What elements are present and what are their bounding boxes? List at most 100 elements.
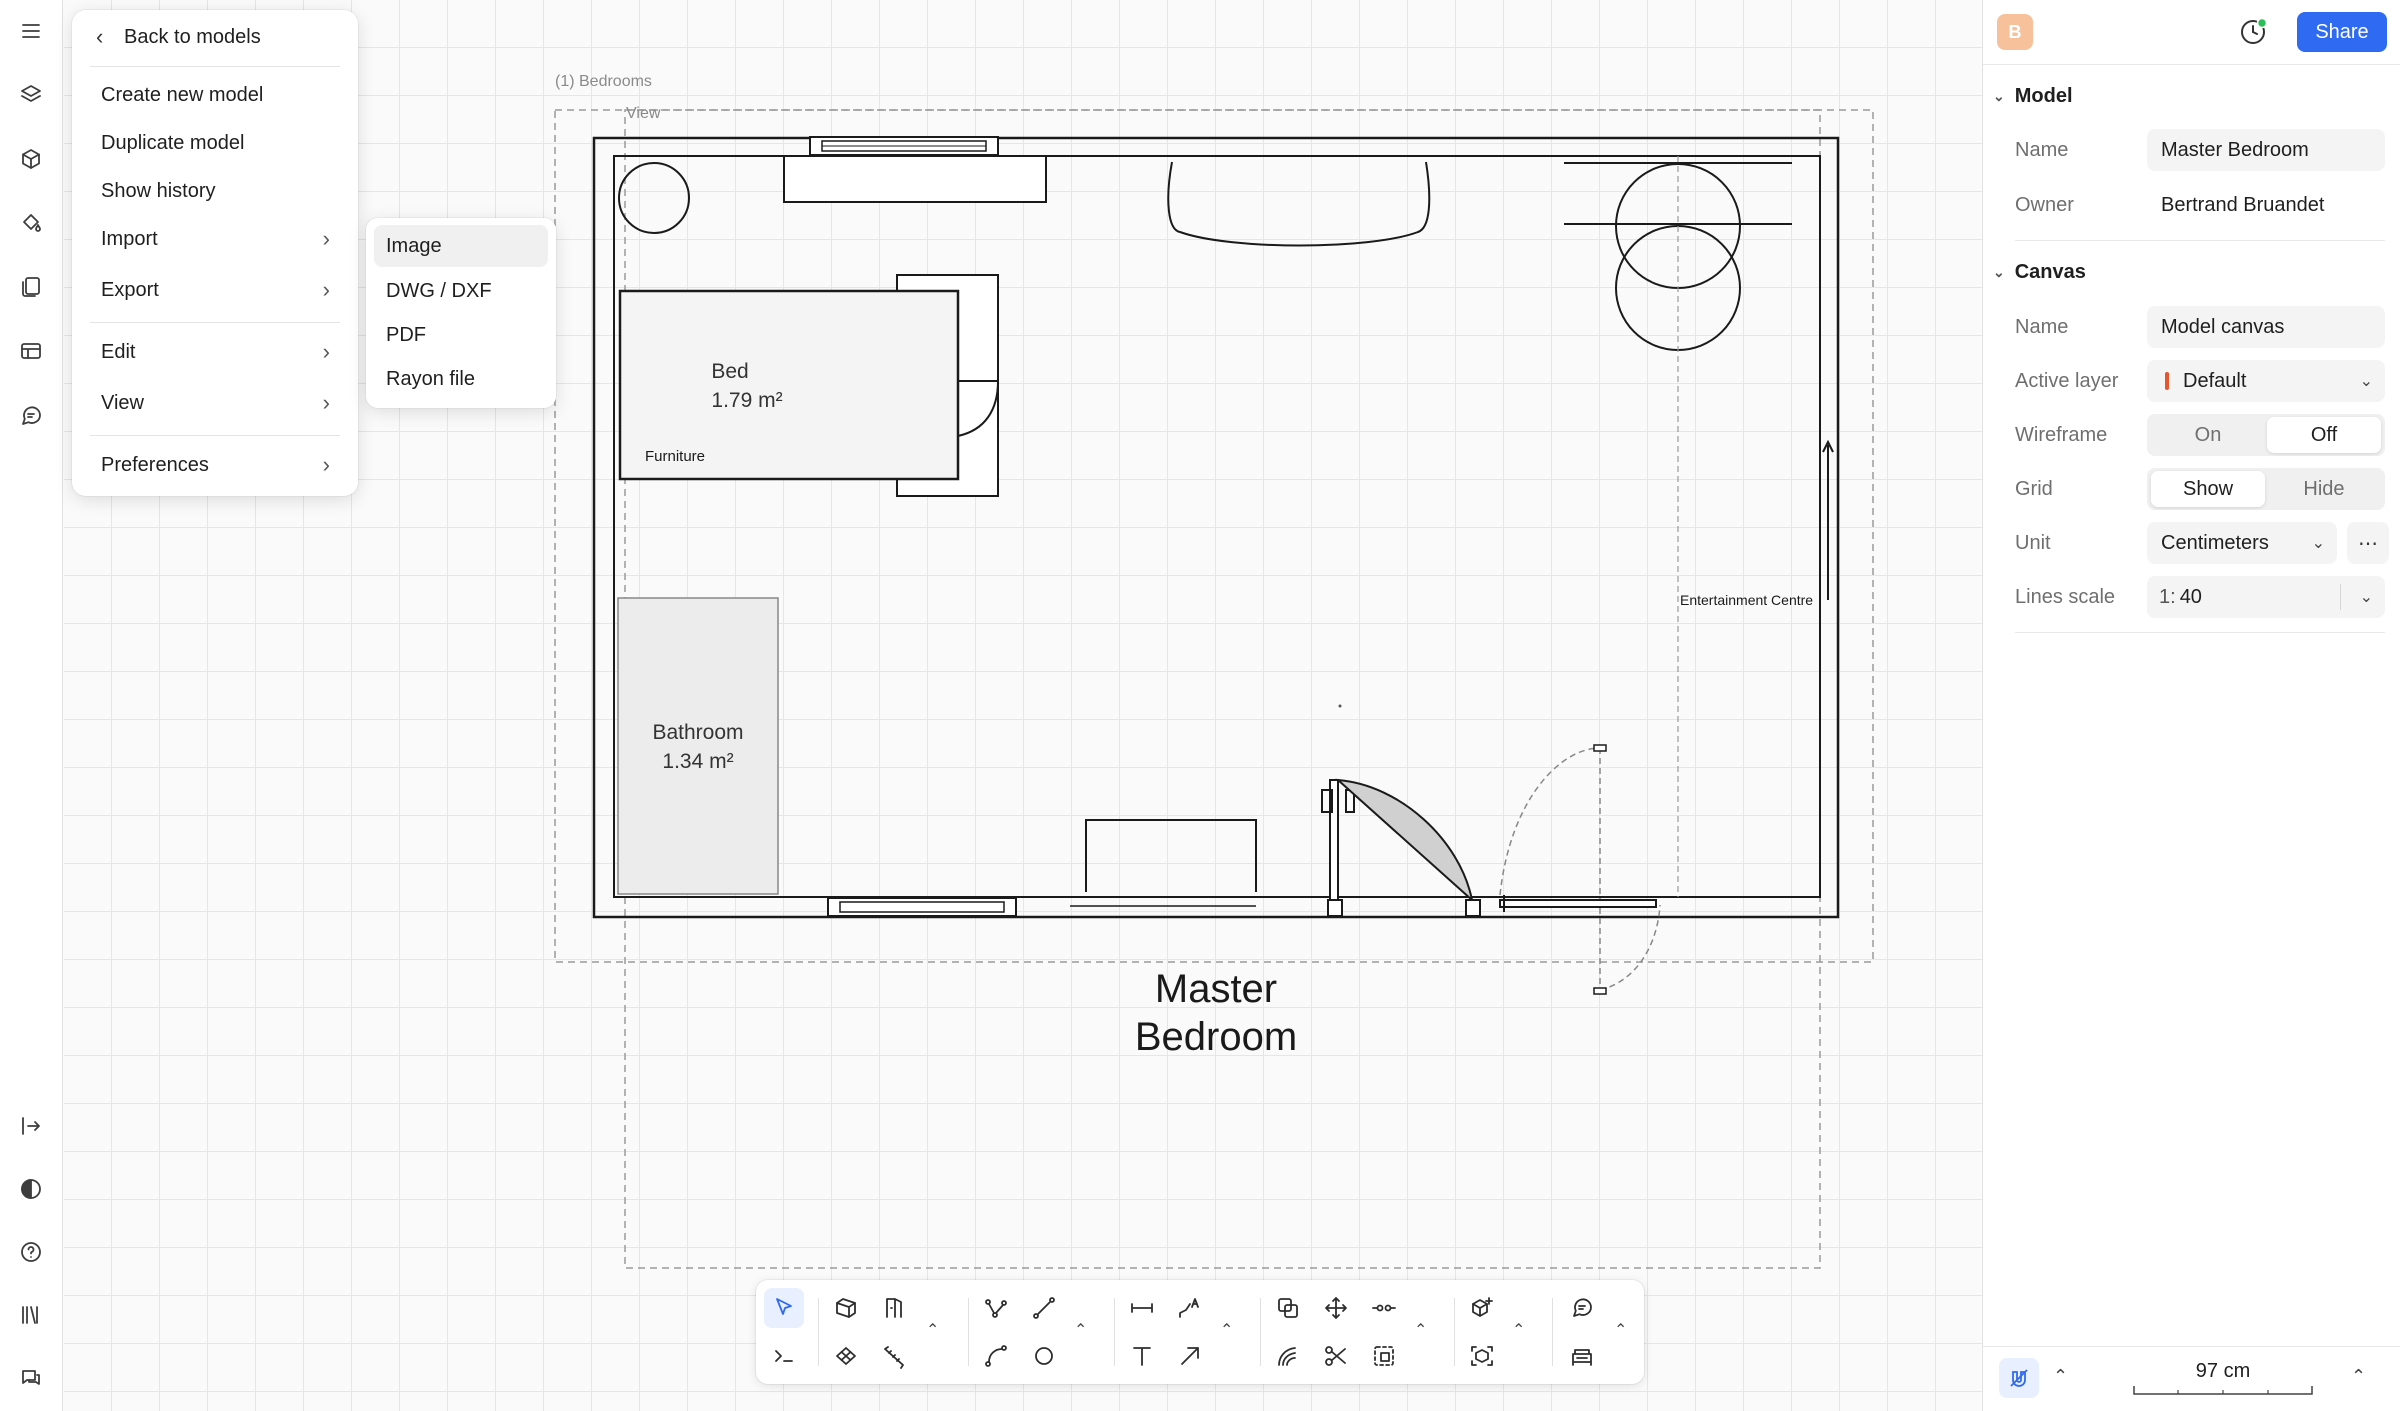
arc-tool-icon[interactable] xyxy=(976,1336,1016,1376)
line-tool-icon[interactable] xyxy=(1024,1288,1064,1328)
chevron-down-icon: ⌄ xyxy=(2359,589,2373,606)
view-label: View xyxy=(626,105,661,122)
menu-item-import[interactable]: Import › xyxy=(82,219,348,259)
arrow-tool-icon[interactable] xyxy=(1170,1336,1210,1376)
measure-tool-icon[interactable] xyxy=(874,1336,914,1376)
chevron-right-icon: › xyxy=(322,452,330,477)
menu-item-edit[interactable]: Edit › xyxy=(82,332,348,372)
menu-icon[interactable] xyxy=(15,15,47,47)
more-options-icon[interactable]: ⋯ xyxy=(2347,522,2389,564)
submenu-item-rayon-file[interactable]: Rayon file xyxy=(374,358,548,400)
floor-tool-icon[interactable] xyxy=(826,1336,866,1376)
chevron-up-icon[interactable]: ⌃ xyxy=(926,1320,939,1340)
menu-item-export[interactable]: Export › xyxy=(82,270,348,310)
text-tool-icon[interactable] xyxy=(1122,1336,1162,1376)
split-tool-icon[interactable] xyxy=(1364,1288,1404,1328)
chevron-down-icon: ⌄ xyxy=(2359,373,2373,390)
grid-toggle: Show Hide xyxy=(2147,468,2385,510)
unit-select[interactable]: Centimeters ⌄ xyxy=(2147,522,2337,564)
chevron-right-icon: › xyxy=(322,226,330,251)
submenu-item-image[interactable]: Image xyxy=(374,225,548,267)
scissors-icon[interactable] xyxy=(1316,1336,1356,1376)
chevron-up-icon[interactable]: ⌃ xyxy=(1220,1320,1233,1340)
wireframe-label: Wireframe xyxy=(2015,424,2108,446)
back-to-models-button[interactable]: ‹ Back to models xyxy=(82,17,348,57)
inner-wall xyxy=(613,155,1821,898)
model-section-header[interactable]: ⌄ Model xyxy=(1993,81,2073,111)
canvas-section-header[interactable]: ⌄ Canvas xyxy=(1993,257,2086,287)
model-name-field[interactable]: Master Bedroom xyxy=(2147,129,2385,171)
menu-item-preferences[interactable]: Preferences › xyxy=(82,445,348,485)
add-object-icon[interactable] xyxy=(1462,1288,1502,1328)
cube-icon[interactable] xyxy=(15,143,47,175)
focus-object-icon[interactable] xyxy=(1462,1336,1502,1376)
canvas-name-label: Name xyxy=(2015,316,2069,338)
chevron-up-icon[interactable]: ⌃ xyxy=(1512,1320,1525,1340)
tv-stand xyxy=(1085,819,1257,892)
share-button[interactable]: Share xyxy=(2297,12,2387,52)
lines-scale-field[interactable]: 1: 40 ⌄ xyxy=(2147,576,2385,618)
paint-bucket-icon[interactable] xyxy=(15,207,47,239)
collapse-panel-icon[interactable] xyxy=(15,1110,47,1142)
history-icon[interactable] xyxy=(2235,14,2271,50)
model-name-label: Name xyxy=(2015,139,2069,161)
chevron-up-icon[interactable]: ⌃ xyxy=(2053,1366,2068,1387)
chevron-up-icon[interactable]: ⌃ xyxy=(1614,1320,1627,1340)
bed-area: 1.79 m² xyxy=(711,389,782,412)
bathroom[interactable] xyxy=(617,597,779,895)
bottom-window xyxy=(827,897,1017,917)
comments-icon[interactable] xyxy=(15,399,47,431)
dimension-tool-icon[interactable] xyxy=(1122,1288,1162,1328)
left-rail xyxy=(0,0,63,1411)
polyline-tool-icon[interactable] xyxy=(976,1288,1016,1328)
theme-contrast-icon[interactable] xyxy=(15,1173,47,1205)
door-tool-icon[interactable] xyxy=(874,1288,914,1328)
menu-item-view[interactable]: View › xyxy=(82,383,348,423)
wireframe-on-option[interactable]: On xyxy=(2151,417,2265,453)
offset-tool-icon[interactable] xyxy=(1268,1336,1308,1376)
circle-tool-icon[interactable] xyxy=(1024,1336,1064,1376)
label-tool-icon[interactable] xyxy=(1170,1288,1210,1328)
chevron-up-icon[interactable]: ⌃ xyxy=(1074,1320,1087,1340)
grid-hide-option[interactable]: Hide xyxy=(2267,471,2381,507)
scale-bar xyxy=(2133,1386,2313,1395)
wireframe-toggle: On Off xyxy=(2147,414,2385,456)
sliding-door xyxy=(1499,899,1657,908)
sheets-icon[interactable] xyxy=(15,271,47,303)
move-tool-icon[interactable] xyxy=(1316,1288,1356,1328)
properties-panel: B Share ⌄ Model Name Master Bedroom Owne… xyxy=(1982,0,2400,1411)
active-layer-select[interactable]: Default ⌄ xyxy=(2147,360,2385,402)
duplicate-tool-icon[interactable] xyxy=(1268,1288,1308,1328)
import-submenu: Image DWG / DXF PDF Rayon file xyxy=(366,218,556,408)
furniture-tool-icon[interactable] xyxy=(1562,1336,1602,1376)
plant xyxy=(618,162,690,234)
comment-tool-icon[interactable] xyxy=(1562,1288,1602,1328)
menu-item-show-history[interactable]: Show history xyxy=(82,171,348,211)
grid-label: Grid xyxy=(2015,478,2053,500)
library-icon[interactable] xyxy=(15,1299,47,1331)
layers-icon[interactable] xyxy=(15,79,47,111)
wall-tool-icon[interactable] xyxy=(826,1288,866,1328)
menu-item-create-new-model[interactable]: Create new model xyxy=(82,75,348,115)
scale-tool-icon[interactable] xyxy=(1364,1336,1404,1376)
canvas-name-field[interactable]: Model canvas xyxy=(2147,306,2385,348)
avatar[interactable]: B xyxy=(1997,14,2033,50)
terminal-icon[interactable] xyxy=(764,1336,804,1376)
chevron-right-icon: › xyxy=(322,390,330,415)
wireframe-off-option[interactable]: Off xyxy=(2267,417,2381,453)
submenu-item-pdf[interactable]: PDF xyxy=(374,314,548,356)
room-title-line1: Master xyxy=(1155,967,1277,1011)
grid-show-option[interactable]: Show xyxy=(2151,471,2265,507)
select-tool-icon[interactable] xyxy=(764,1288,804,1328)
entertainment-label: Entertainment Centre xyxy=(1680,592,1813,608)
table-icon[interactable] xyxy=(15,335,47,367)
active-layer-label: Active layer xyxy=(2015,370,2119,392)
submenu-item-dwg-dxf[interactable]: DWG / DXF xyxy=(374,270,548,312)
chevron-up-icon[interactable]: ⌃ xyxy=(1414,1320,1427,1340)
help-icon[interactable] xyxy=(15,1236,47,1268)
feedback-icon[interactable] xyxy=(15,1362,47,1394)
menu-item-duplicate-model[interactable]: Duplicate model xyxy=(82,123,348,163)
unit-label: Unit xyxy=(2015,532,2051,554)
snap-magnet-icon[interactable] xyxy=(1999,1358,2039,1398)
chevron-up-icon[interactable]: ⌃ xyxy=(2351,1366,2366,1387)
